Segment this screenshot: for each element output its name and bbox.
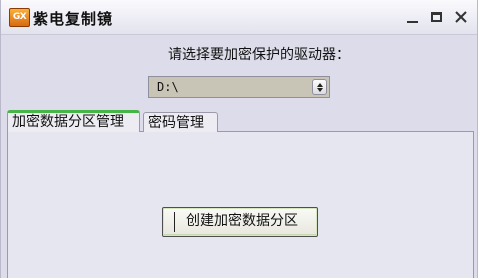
text-cursor	[174, 212, 175, 232]
close-button[interactable]	[450, 6, 472, 28]
app-window: GX 紫电复制镜 请选择要加密保护的驱动器： D:\ 加密数据分区管理 密码管理…	[0, 0, 478, 278]
drive-select-value: D:\	[157, 80, 179, 94]
maximize-icon	[430, 12, 442, 22]
tab-password[interactable]: 密码管理	[143, 112, 218, 132]
chevron-down-icon	[316, 87, 323, 92]
title-bar[interactable]: GX 紫电复制镜	[1, 0, 477, 35]
drive-prompt-label: 请选择要加密保护的驱动器：	[168, 47, 350, 63]
chevron-up-icon	[316, 82, 323, 87]
app-logo-icon: GX	[9, 8, 30, 27]
tab-encrypted-partition[interactable]: 加密数据分区管理	[7, 110, 140, 132]
create-encrypted-partition-button[interactable]: 创建加密数据分区	[162, 207, 318, 237]
create-button-label: 创建加密数据分区	[186, 213, 298, 229]
dropdown-arrow-button[interactable]	[312, 79, 327, 95]
close-icon	[455, 11, 467, 23]
tab-panel	[7, 131, 474, 278]
maximize-button[interactable]	[425, 6, 447, 28]
window-title: 紫电复制镜	[33, 10, 114, 28]
minimize-icon	[406, 21, 418, 23]
drive-select[interactable]: D:\	[148, 76, 330, 98]
minimize-button[interactable]	[401, 6, 423, 28]
